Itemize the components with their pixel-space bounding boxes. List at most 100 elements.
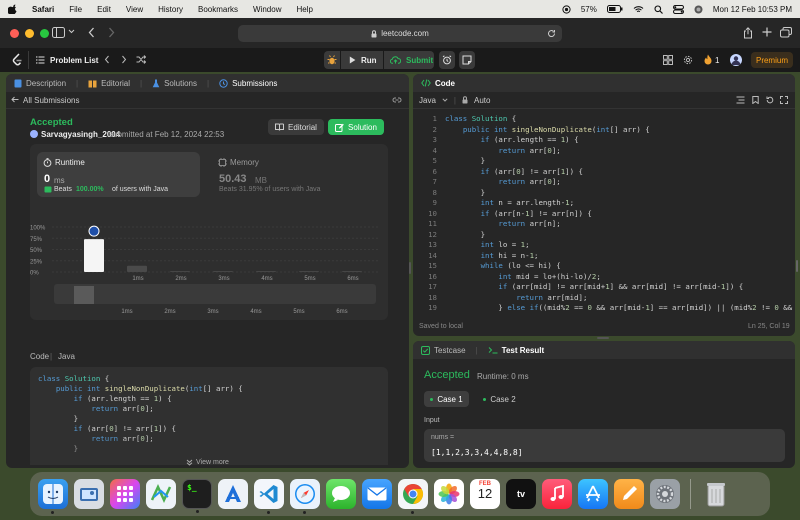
case-2-tab[interactable]: Case 2	[477, 391, 522, 407]
autocomplete-mode[interactable]: Auto	[474, 96, 490, 105]
run-button[interactable]: Run	[341, 51, 383, 69]
code-line[interactable]: }	[445, 230, 485, 239]
photos-app-icon[interactable]	[434, 479, 464, 509]
prev-problem-icon[interactable]	[104, 55, 110, 64]
sidebar-toggle-icon[interactable]	[52, 27, 65, 38]
debug-button[interactable]	[324, 51, 340, 69]
siri-icon[interactable]	[694, 5, 703, 14]
wifi-icon[interactable]	[633, 5, 644, 14]
premium-button[interactable]: Premium	[751, 52, 793, 68]
spotlight-search-icon[interactable]	[654, 4, 663, 14]
settings-gear-icon[interactable]	[683, 55, 693, 65]
terminal-app-icon[interactable]: $_	[182, 479, 212, 513]
all-submissions-link[interactable]: All Submissions	[23, 96, 79, 105]
problem-list-link[interactable]: Problem List	[50, 56, 98, 65]
address-bar[interactable]: leetcode.com	[238, 25, 562, 42]
tab-description[interactable]: Description	[14, 79, 66, 88]
view-more-button[interactable]: View more	[186, 459, 229, 466]
close-window-button[interactable]	[10, 28, 19, 38]
user-avatar[interactable]	[30, 130, 38, 138]
language-select[interactable]: Java	[419, 96, 436, 105]
case-1-tab[interactable]: Case 1	[424, 391, 469, 407]
code-line[interactable]: return arr[n];	[445, 219, 560, 228]
fullscreen-icon[interactable]	[780, 96, 788, 104]
menu-bookmarks[interactable]: Bookmarks	[198, 5, 238, 14]
tab-testcase[interactable]: Testcase	[421, 345, 466, 355]
minimize-window-button[interactable]	[25, 28, 34, 38]
maps-app-icon[interactable]	[146, 479, 176, 509]
code-line[interactable]: while (lo <= hi) {	[445, 261, 561, 270]
menu-edit[interactable]: Edit	[97, 5, 111, 14]
app-store-app-icon[interactable]	[578, 479, 608, 509]
music-app-icon[interactable]	[542, 479, 572, 509]
link-icon[interactable]	[392, 96, 402, 104]
code-line[interactable]: return arr[0];	[445, 177, 560, 186]
code-line[interactable]: int hi = n-1;	[445, 251, 539, 260]
vscode-app-icon[interactable]	[254, 479, 284, 514]
code-line[interactable]: if (arr[0] != arr[1]) {	[445, 167, 583, 176]
next-problem-icon[interactable]	[121, 55, 127, 64]
reset-icon[interactable]	[766, 96, 774, 104]
code-line[interactable]: int mid = lo+(hi-lo)/2;	[445, 272, 600, 281]
share-icon[interactable]	[743, 27, 753, 39]
code-line[interactable]: }	[445, 188, 485, 197]
code-line[interactable]: int lo = 1;	[445, 240, 530, 249]
forward-icon[interactable]	[108, 27, 115, 38]
code-line[interactable]: class Solution {	[445, 114, 516, 123]
runtime-card[interactable]: Runtime 0 ms Beats 100.00% of users with…	[37, 152, 200, 197]
editorial-button[interactable]: Editorial	[268, 119, 324, 135]
safari-app-icon[interactable]	[290, 479, 320, 514]
code-line[interactable]: if (arr.length == 1) {	[445, 135, 579, 144]
panel-resize-handle-horizontal[interactable]	[597, 337, 609, 339]
streak-flame-icon[interactable]	[704, 54, 712, 65]
format-icon[interactable]	[736, 96, 745, 104]
finder-app-icon[interactable]	[38, 479, 68, 514]
timer-button[interactable]	[439, 51, 455, 69]
trash-app-icon[interactable]	[701, 479, 731, 509]
code-line[interactable]: return arr[0];	[445, 146, 560, 155]
xcode-instruments-app-icon[interactable]	[218, 479, 248, 509]
submit-button[interactable]: Submit	[384, 51, 434, 69]
shuffle-icon[interactable]	[136, 55, 146, 64]
menu-view[interactable]: View	[126, 5, 143, 14]
code-line[interactable]: }	[445, 156, 485, 165]
messages-app-icon[interactable]	[326, 479, 356, 509]
code-line[interactable]: } else if((mid%2 == 0 && arr[mid-1] == a…	[445, 303, 793, 312]
tab-submissions[interactable]: Submissions	[219, 79, 277, 88]
control-center-icon[interactable]	[672, 4, 684, 14]
apple-tv-app-icon[interactable]: tv	[506, 479, 536, 509]
arrow-left-icon[interactable]	[11, 96, 19, 103]
leetcode-logo-icon[interactable]	[12, 53, 23, 66]
pages-app-icon[interactable]	[614, 479, 644, 509]
input-box[interactable]: nums = [1,1,2,3,3,4,4,8,8]	[424, 429, 785, 462]
system-settings-app-icon[interactable]	[650, 479, 680, 509]
menu-history[interactable]: History	[158, 5, 183, 14]
reload-icon[interactable]	[547, 29, 556, 38]
window-scrollbar[interactable]	[796, 260, 798, 272]
chrome-app-icon[interactable]	[398, 479, 428, 514]
preview-app-icon[interactable]	[74, 479, 104, 509]
list-icon[interactable]	[36, 56, 45, 64]
tab-overview-icon[interactable]	[780, 27, 792, 38]
new-tab-icon[interactable]	[762, 27, 772, 37]
tab-code[interactable]: Code	[421, 79, 455, 88]
solution-button[interactable]: Solution	[328, 119, 384, 135]
calendar-app-icon[interactable]: FEB 12	[470, 479, 500, 509]
launchpad-app-icon[interactable]	[110, 479, 140, 509]
menu-help[interactable]: Help	[296, 5, 312, 14]
memory-card[interactable]: Memory 50.43 MB Beats 31.95% of users wi…	[212, 152, 382, 197]
layout-grid-icon[interactable]	[663, 55, 673, 65]
code-line[interactable]: if (arr[n-1] != arr[n]) {	[445, 209, 592, 218]
panel-resize-handle[interactable]	[409, 262, 411, 274]
tab-editorial[interactable]: Editorial	[88, 79, 130, 88]
zoom-window-button[interactable]	[40, 28, 49, 38]
record-icon[interactable]	[562, 4, 571, 14]
mail-app-icon[interactable]	[362, 479, 392, 509]
chevron-down-icon[interactable]	[68, 29, 75, 34]
tab-solutions[interactable]: Solutions	[152, 79, 197, 88]
back-icon[interactable]	[88, 27, 95, 38]
menu-file[interactable]: File	[69, 5, 82, 14]
battery-icon[interactable]	[606, 5, 623, 13]
menu-window[interactable]: Window	[253, 5, 281, 14]
code-line[interactable]: int n = arr.length-1;	[445, 198, 574, 207]
